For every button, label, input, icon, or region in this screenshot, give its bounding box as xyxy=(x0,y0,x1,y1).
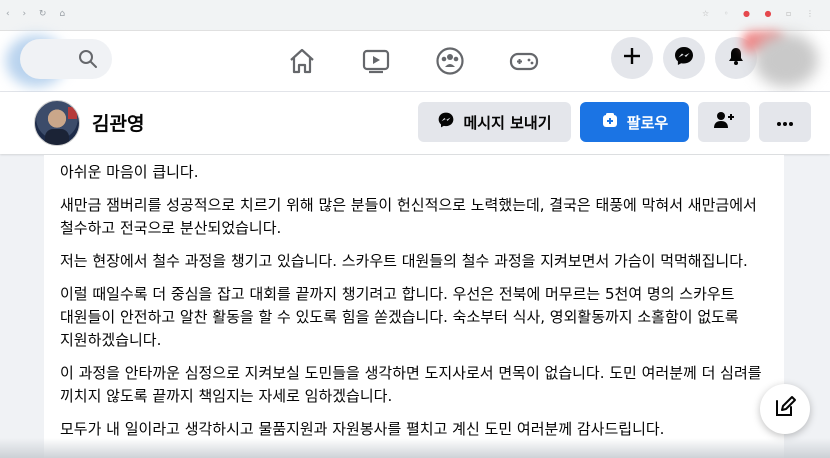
create-button[interactable] xyxy=(611,37,653,79)
groups-icon[interactable] xyxy=(430,41,470,81)
more-options-button[interactable] xyxy=(759,102,811,142)
post-paragraph: 이 과정을 안타까운 심정으로 지켜보실 도민들을 생각하면 도지사로서 면목이… xyxy=(60,364,762,405)
follow-icon xyxy=(601,111,619,133)
search-icon xyxy=(78,49,98,73)
plus-icon xyxy=(622,46,642,70)
add-friend-icon xyxy=(713,110,735,134)
new-message-button[interactable] xyxy=(760,384,810,434)
video-icon[interactable] xyxy=(356,41,396,81)
home-icon[interactable] xyxy=(282,41,322,81)
post-paragraph: 이럴 때일수록 더 중심을 잡고 대회를 끝까지 챙기려고 합니다. 우선은 전… xyxy=(60,285,739,349)
profile-header: 김관영 메시지 보내기 팔로우 xyxy=(0,92,830,154)
post-paragraph: 새만금 잼버리를 성공적으로 치르기 위해 많은 분들이 헌신적으로 노력했는데… xyxy=(60,196,757,237)
post-content: 아쉬운 마음이 큽니다. 새만금 잼버리를 성공적으로 치르기 위해 많은 분들… xyxy=(44,155,784,458)
top-navigation xyxy=(0,31,830,92)
account-avatar[interactable] xyxy=(754,33,818,87)
post-paragraph: 저는 현장에서 철수 과정을 챙기고 있습니다. 스카우트 대원들의 철수 과정… xyxy=(60,252,748,270)
profile-name[interactable]: 김관영 xyxy=(92,109,144,136)
follow-button[interactable]: 팔로우 xyxy=(580,102,689,142)
browser-extensions[interactable]: ☆ ◦ ● ● ▫ ⋮ xyxy=(702,9,820,18)
messenger-button[interactable] xyxy=(663,37,705,79)
messenger-icon xyxy=(437,111,455,133)
main-tabs xyxy=(270,39,570,83)
message-button-label: 메시지 보내기 xyxy=(463,113,552,132)
browser-toolbar: ‹ › ↻ ⌂ ☆ ◦ ● ● ▫ ⋮ xyxy=(0,0,830,31)
more-icon xyxy=(776,113,794,131)
address-bar[interactable] xyxy=(56,10,616,22)
notifications-icon xyxy=(726,46,746,70)
messenger-icon xyxy=(673,45,695,71)
post-paragraph: 아쉬운 마음이 큽니다. xyxy=(60,163,199,181)
compose-icon xyxy=(773,395,797,423)
bottom-fade xyxy=(0,438,830,458)
search-input[interactable] xyxy=(20,39,112,79)
add-friend-button[interactable] xyxy=(698,102,750,142)
gaming-icon[interactable] xyxy=(504,41,544,81)
avatar[interactable] xyxy=(34,100,80,146)
message-button[interactable]: 메시지 보내기 xyxy=(418,102,571,142)
follow-button-label: 팔로우 xyxy=(626,113,669,132)
